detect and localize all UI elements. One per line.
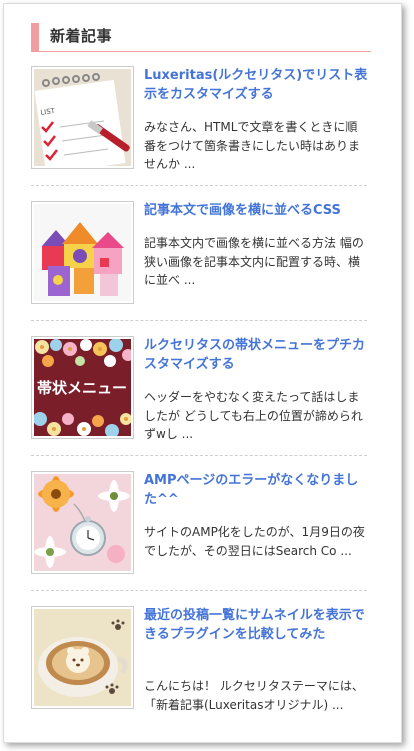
list-item: 帯状メニュー ルクセリタスの帯状メニューをプチカスタマイズする ヘッダーをやむな… xyxy=(31,336,367,456)
post-thumbnail[interactable] xyxy=(31,606,134,709)
post-thumbnail[interactable] xyxy=(31,201,134,304)
post-excerpt: 記事本文内で画像を横に並べる方法 幅の狭い画像を記事本文内に配置する時、横に並べ… xyxy=(144,236,364,287)
post-title-link[interactable]: Luxeritas(ルクセリタス)でリスト表示をカスタマイズする xyxy=(144,66,368,104)
svg-text:帯状メニュー: 帯状メニュー xyxy=(37,379,127,397)
colorful-houses-image xyxy=(34,204,131,301)
post-title-link[interactable]: AMPページのエラーがなくなりました^^ xyxy=(144,471,368,509)
list-item: LIST Luxeritas(ルクセリタス)でリスト表示をカスタマイズする みな… xyxy=(31,66,367,186)
checklist-image: LIST xyxy=(34,69,131,166)
latte-art-image xyxy=(34,609,131,706)
post-thumbnail[interactable]: 帯状メニュー xyxy=(31,336,134,439)
post-excerpt: サイトのAMP化をしたのが、1月9日の夜でしたが、その翌日にはSearch Co… xyxy=(144,525,365,558)
flower-band-image: 帯状メニュー xyxy=(34,339,131,436)
post-thumbnail[interactable]: LIST xyxy=(31,66,134,169)
pocket-watch-flowers-image xyxy=(34,474,131,571)
post-title-link[interactable]: 最近の投稿一覧にサムネイルを表示できるプラグインを比較してみた xyxy=(144,606,368,644)
list-item: 記事本文で画像を横に並べるCSS 記事本文内で画像を横に並べる方法 幅の狭い画像… xyxy=(31,201,367,321)
post-excerpt: みなさん、HTMLで文章を書くときに順番をつけて箇条書きにしたい時はありませんか… xyxy=(144,120,361,171)
post-title-link[interactable]: ルクセリタスの帯状メニューをプチカスタマイズする xyxy=(144,336,368,374)
post-excerpt: ヘッダーをやむなく変えたって話はしましたが どうしても右上の位置が諦められずwし… xyxy=(144,390,363,441)
post-excerpt: こんにちは！ ルクセリタステーマには、「新着記事(Luxeritasオリジナル)… xyxy=(144,679,364,712)
post-thumbnail[interactable] xyxy=(31,471,134,574)
list-item: AMPページのエラーがなくなりました^^ サイトのAMP化をしたのが、1月9日の… xyxy=(31,471,367,591)
widget-title: 新着記事 xyxy=(31,23,371,52)
list-item: 最近の投稿一覧にサムネイルを表示できるプラグインを比較してみた こんにちは！ ル… xyxy=(31,606,367,726)
post-title-link[interactable]: 記事本文で画像を横に並べるCSS xyxy=(144,201,368,220)
